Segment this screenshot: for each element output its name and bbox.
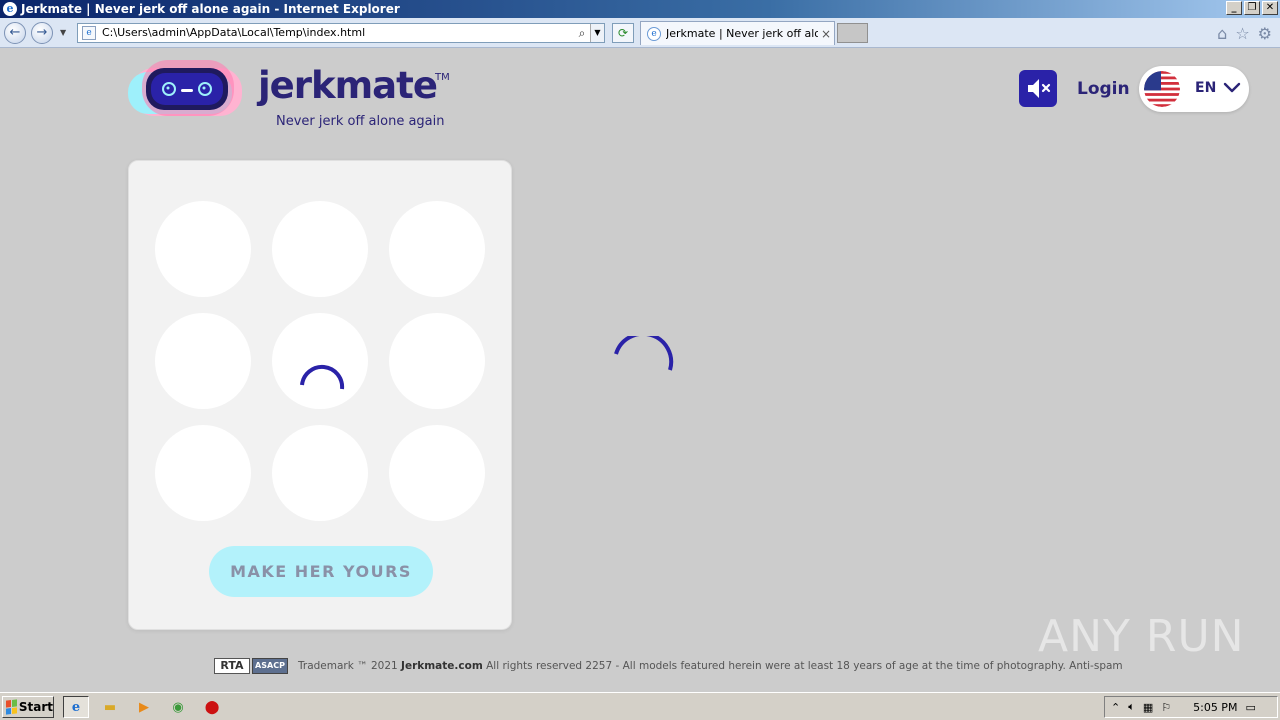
clock[interactable]: 5:05 PM (1193, 701, 1237, 714)
restore-button[interactable]: ❐ (1244, 1, 1260, 15)
forward-button[interactable]: → (31, 22, 53, 44)
model-slot-4[interactable] (155, 313, 251, 409)
flag-icon[interactable]: ⚐ (1161, 701, 1171, 714)
rta-badge[interactable]: RTA (214, 658, 250, 674)
page-icon: e (82, 26, 96, 40)
toolbar-right-icons: ⌂ ☆ ⚙ (1217, 24, 1272, 43)
anyrun-watermark: ANY RUN (1038, 611, 1245, 662)
robot-logo-icon (128, 60, 242, 116)
login-link[interactable]: Login (1077, 79, 1130, 99)
site-logo[interactable]: jerkmate TM Never jerk off alone again (128, 58, 458, 129)
opera-icon[interactable]: ⬤ (199, 696, 225, 718)
minimize-button[interactable]: _ (1226, 1, 1242, 15)
language-selector[interactable]: EN (1139, 66, 1249, 112)
volume-icon[interactable]: 🔈︎ (1128, 700, 1135, 714)
chevron-down-icon (1223, 82, 1241, 93)
network-icon[interactable]: ▦ (1143, 701, 1153, 714)
star-icon[interactable]: ☆ (1235, 24, 1249, 43)
make-her-yours-button[interactable]: MAKE HER YOURS (209, 546, 433, 597)
page-loading-spinner-icon (614, 336, 674, 371)
gear-icon[interactable]: ⚙ (1258, 24, 1272, 43)
address-bar[interactable]: e C:\Users\admin\AppData\Local\Temp\inde… (77, 23, 605, 43)
show-desktop-icon[interactable]: ▭ (1245, 701, 1255, 714)
start-label: Start (18, 700, 53, 714)
brand-name: jerkmate (258, 64, 438, 107)
model-slot-1[interactable] (155, 201, 251, 297)
tab-ie-icon: e (647, 26, 661, 41)
footer-prefix: Trademark ™ 2021 (298, 660, 402, 672)
model-slot-8[interactable] (272, 425, 368, 521)
taskbar: Start e ▬ ▶ ◉ ⬤ ⌃ 🔈︎ ▦ ⚐ 5:05 PM ▭ (0, 692, 1280, 720)
refresh-icon: ⟳ (617, 26, 629, 40)
mute-button[interactable] (1019, 70, 1057, 107)
browser-tab[interactable]: e Jerkmate | Never jerk off alo... × (640, 21, 835, 45)
close-window-button[interactable]: ✕ (1262, 1, 1278, 15)
start-button[interactable]: Start (2, 696, 54, 718)
model-slot-6[interactable] (389, 313, 485, 409)
footer-site-link[interactable]: Jerkmate.com (401, 660, 483, 672)
model-slot-2[interactable] (272, 201, 368, 297)
browser-toolbar: ← → ▼ e C:\Users\admin\AppData\Local\Tem… (0, 18, 1280, 48)
footer-legal-text: Trademark ™ 2021 Jerkmate.com All rights… (298, 660, 1123, 672)
web-page: jerkmate TM Never jerk off alone again L… (0, 48, 1280, 692)
folder-icon[interactable]: ▬ (97, 696, 123, 718)
tab-title: Jerkmate | Never jerk off alo... (666, 27, 818, 40)
brand-tagline: Never jerk off alone again (276, 114, 445, 129)
new-tab-button[interactable] (837, 23, 868, 43)
system-tray: ⌃ 🔈︎ ▦ ⚐ 5:05 PM ▭ (1104, 696, 1278, 718)
forward-icon: → (36, 25, 48, 40)
search-icon[interactable]: ⌕ (574, 24, 590, 42)
address-dropdown-icon[interactable]: ▼ (590, 24, 604, 42)
us-flag-icon (1144, 71, 1180, 107)
model-slot-9[interactable] (389, 425, 485, 521)
refresh-button[interactable]: ⟳ (612, 23, 634, 43)
speaker-muted-icon (1028, 79, 1051, 98)
loading-spinner-icon (300, 364, 345, 390)
model-slot-7[interactable] (155, 425, 251, 521)
site-footer: RTA ASACP Trademark ™ 2021 Jerkmate.com … (214, 657, 1123, 675)
trademark-mark: TM (435, 72, 450, 83)
model-grid-card: MAKE HER YOURS (128, 160, 512, 630)
asacp-badge[interactable]: ASACP (252, 658, 288, 674)
tab-close-icon[interactable]: × (818, 27, 834, 41)
ie-taskbar-icon[interactable]: e (63, 696, 89, 718)
address-url[interactable]: C:\Users\admin\AppData\Local\Temp\index.… (102, 24, 574, 42)
history-dropdown-icon[interactable]: ▼ (60, 28, 66, 37)
window-controls: _ ❐ ✕ (1226, 1, 1278, 15)
window-title: Jerkmate | Never jerk off alone again - … (21, 2, 400, 16)
home-icon[interactable]: ⌂ (1217, 24, 1227, 43)
back-button[interactable]: ← (4, 22, 26, 44)
quick-launch: e ▬ ▶ ◉ ⬤ (63, 696, 225, 718)
model-slot-3[interactable] (389, 201, 485, 297)
ie-icon: e (3, 2, 17, 16)
language-code: EN (1195, 80, 1217, 96)
back-icon: ← (9, 25, 21, 40)
windows-logo-icon (6, 699, 17, 715)
model-slot-5[interactable] (272, 313, 368, 409)
footer-suffix: All rights reserved 2257 - All models fe… (482, 660, 1123, 672)
media-player-icon[interactable]: ▶ (131, 696, 157, 718)
chrome-icon[interactable]: ◉ (165, 696, 191, 718)
window-titlebar: e Jerkmate | Never jerk off alone again … (0, 0, 1280, 18)
tray-expand-icon[interactable]: ⌃ (1111, 701, 1120, 714)
